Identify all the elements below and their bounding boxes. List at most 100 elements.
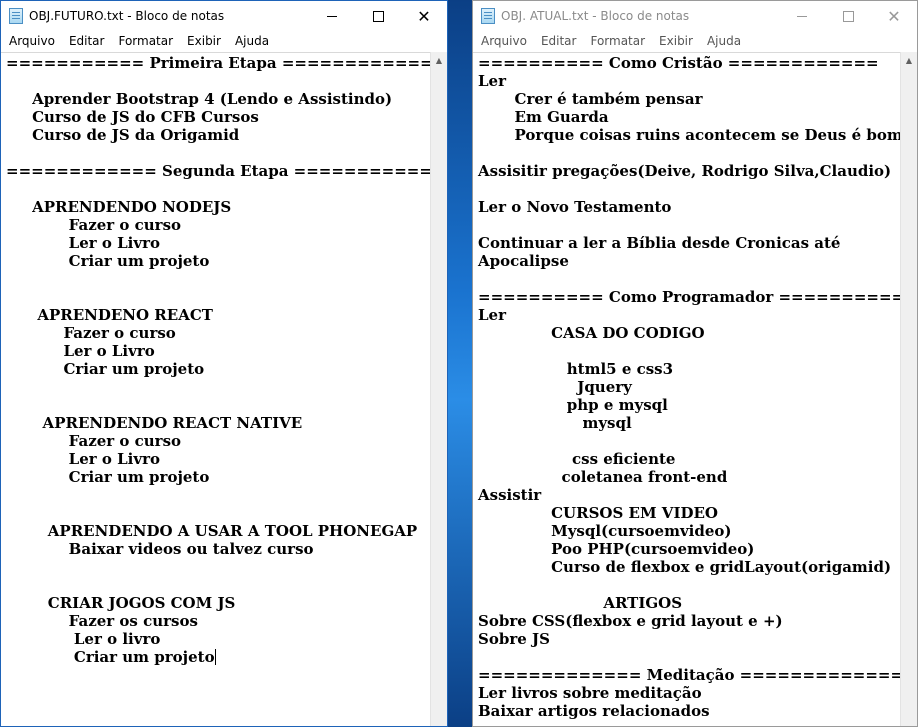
text-line: ============= Meditação =============== (478, 666, 900, 684)
text-line: css eficiente (478, 450, 676, 468)
desktop-background (448, 0, 472, 727)
text-line: APRENDENDO REACT NATIVE (6, 414, 303, 432)
text-line: Curso de JS da Origamid (6, 126, 240, 144)
text-line: APRENDENDO NODEJS (6, 198, 232, 216)
minimize-button[interactable] (309, 1, 355, 31)
text-line: ========== Como Cristão ============ (478, 54, 879, 72)
close-button[interactable]: ✕ (871, 1, 917, 31)
vertical-scrollbar[interactable]: ▲ (430, 52, 447, 726)
text-line: =========== Primeira Etapa ============= (6, 54, 430, 72)
text-line: Sobre JS (478, 630, 550, 648)
text-cursor (214, 649, 216, 665)
text-line (6, 396, 430, 414)
text-line (6, 288, 430, 306)
text-line: Curso de flexbox e gridLayout(origamid) (478, 558, 892, 576)
menu-arquivo[interactable]: Arquivo (473, 31, 534, 51)
text-line (6, 270, 430, 288)
menu-ajuda[interactable]: Ajuda (228, 31, 276, 51)
title-bar[interactable]: OBJ.FUTURO.txt - Bloco de notas ✕ (1, 1, 447, 31)
maximize-button[interactable] (355, 1, 401, 31)
text-line: Jquery (478, 378, 632, 396)
menu-exibir[interactable]: Exibir (180, 31, 228, 51)
text-line: APRENDENDO A USAR A TOOL PHONEGAP (6, 522, 418, 540)
text-line: Em Guarda (478, 108, 609, 126)
text-line: Ler o livro (6, 630, 161, 648)
scroll-up-arrow-icon[interactable]: ▲ (431, 52, 447, 69)
text-line: Curso de JS do CFB Cursos (6, 108, 259, 126)
text-line: Ler (478, 72, 506, 90)
close-icon: ✕ (887, 6, 901, 26)
notepad-window-futuro[interactable]: OBJ.FUTURO.txt - Bloco de notas ✕ Arquiv… (0, 0, 448, 727)
minimize-icon (327, 15, 337, 17)
text-line: CRIAR JOGOS COM JS (6, 594, 236, 612)
maximize-icon (842, 10, 854, 22)
text-editor[interactable]: ========== Como Cristão ============ Ler … (473, 52, 900, 726)
text-line (478, 342, 900, 360)
text-line: ============ Segunda Etapa ============= (6, 162, 430, 180)
text-line: Criar um projeto (6, 648, 216, 666)
close-icon: ✕ (417, 6, 431, 26)
text-line (478, 144, 900, 162)
text-line: coletanea front-end (478, 468, 728, 486)
text-line: Sobre CSS(flexbox e grid layout e +) (478, 612, 783, 630)
window-title: OBJ. ATUAL.txt - Bloco de notas (501, 9, 690, 23)
minimize-button[interactable] (779, 1, 825, 31)
maximize-button[interactable] (825, 1, 871, 31)
menu-arquivo[interactable]: Arquivo (1, 31, 62, 51)
menu-exibir[interactable]: Exibir (652, 31, 700, 51)
minimize-icon (797, 15, 807, 17)
menu-ajuda[interactable]: Ajuda (700, 31, 748, 51)
menu-formatar[interactable]: Formatar (111, 31, 180, 51)
text-line: Ler livros sobre meditação (478, 684, 702, 702)
text-line: Fazer o curso (6, 216, 182, 234)
scroll-up-arrow-icon[interactable]: ▲ (901, 52, 917, 69)
notepad-icon (9, 8, 23, 24)
text-line (478, 270, 900, 288)
text-line: Continuar a ler a Bíblia desde Cronicas … (478, 234, 841, 252)
notepad-window-atual[interactable]: OBJ. ATUAL.txt - Bloco de notas ✕ Arquiv… (472, 0, 918, 727)
vertical-scrollbar[interactable]: ▲ (900, 52, 917, 726)
close-button[interactable]: ✕ (401, 1, 447, 31)
title-bar[interactable]: OBJ. ATUAL.txt - Bloco de notas ✕ (473, 1, 917, 31)
text-line (6, 504, 430, 522)
text-line: Ler o Livro (6, 234, 160, 252)
text-line: Crer é também pensar (478, 90, 703, 108)
text-line (6, 144, 430, 162)
text-line (478, 432, 900, 450)
menu-editar[interactable]: Editar (534, 31, 584, 51)
text-line: APRENDENO REACT (6, 306, 213, 324)
menu-formatar[interactable]: Formatar (583, 31, 652, 51)
menu-editar[interactable]: Editar (62, 31, 112, 51)
text-line: Assistir (478, 486, 542, 504)
menu-bar: Arquivo Editar Formatar Exibir Ajuda (473, 31, 917, 51)
text-line: CASA DO CODIGO (478, 324, 705, 342)
menu-bar: Arquivo Editar Formatar Exibir Ajuda (1, 31, 447, 51)
text-line (478, 216, 900, 234)
text-line: Criar um projeto (6, 468, 210, 486)
text-line: mysql (478, 414, 632, 432)
text-line: Apocalipse (478, 252, 569, 270)
notepad-icon (481, 8, 495, 24)
text-line: Mysql(cursoemvideo) (478, 522, 732, 540)
text-line: Ler o Livro (6, 342, 155, 360)
text-content: =========== Primeira Etapa =============… (1, 53, 430, 666)
text-line: html5 e css3 (478, 360, 674, 378)
text-line: CURSOS EM VIDEO (478, 504, 718, 522)
text-line: Ler (478, 306, 506, 324)
text-line: Poo PHP(cursoemvideo) (478, 540, 755, 558)
text-line (478, 576, 900, 594)
text-line (6, 576, 430, 594)
text-line (478, 180, 900, 198)
text-line: php e mysql (478, 396, 668, 414)
text-line: Fazer os cursos (6, 612, 198, 630)
text-content: ========== Como Cristão ============ Ler … (473, 53, 900, 720)
text-line: Aprender Bootstrap 4 (Lendo e Assistindo… (6, 90, 393, 108)
text-line: Fazer o curso (6, 324, 176, 342)
text-editor[interactable]: =========== Primeira Etapa =============… (1, 52, 430, 726)
text-line (6, 558, 430, 576)
text-line (478, 648, 900, 666)
text-line (6, 180, 430, 198)
text-line: Baixar artigos relacionados (478, 702, 710, 720)
text-line (6, 486, 430, 504)
text-line: Porque coisas ruins acontecem se Deus é … (478, 126, 900, 144)
